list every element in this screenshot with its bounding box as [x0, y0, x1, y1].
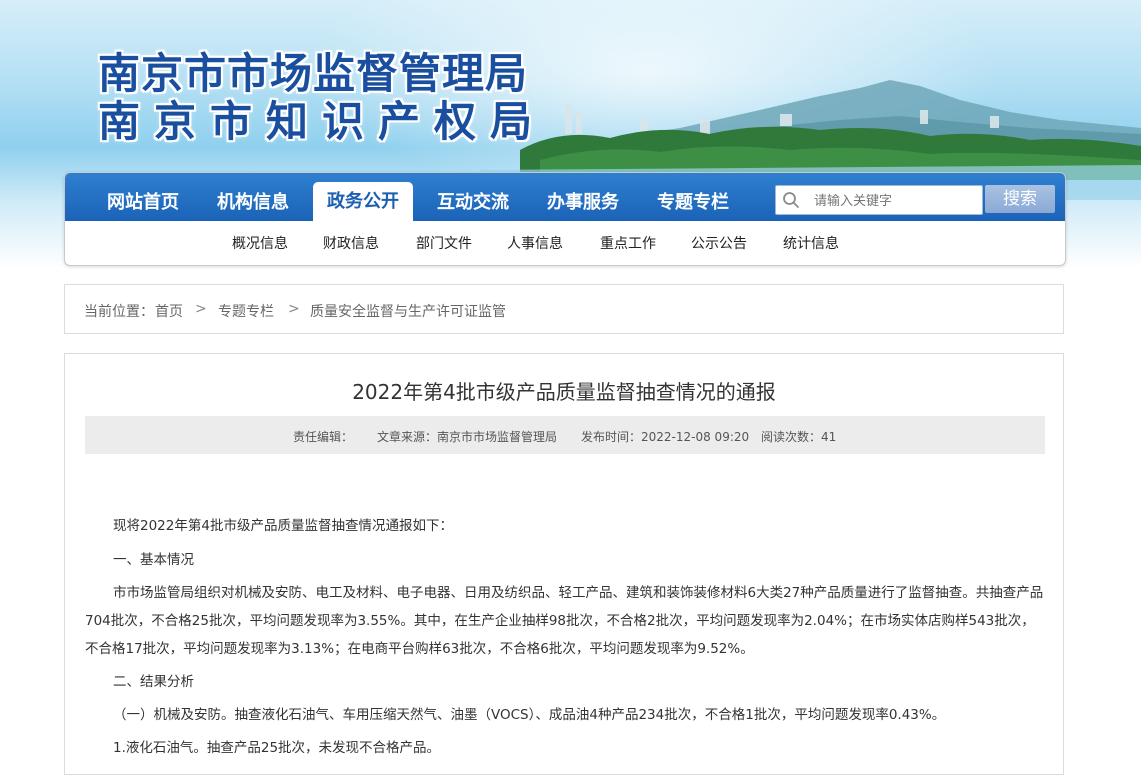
- meta-editor: 责任编辑：: [293, 430, 354, 444]
- article-paragraph: 现将2022年第4批市级产品质量监督抽查情况通报如下：: [113, 518, 453, 534]
- meta-source: 文章来源：南京市市场监督管理局: [377, 430, 558, 444]
- breadcrumb-home[interactable]: 首页: [155, 301, 183, 321]
- search-icon: [783, 192, 799, 208]
- nav-item-government-affairs[interactable]: 政务公开: [313, 182, 413, 221]
- site-title-line1: 南京市市场监督管理局: [98, 49, 529, 98]
- subnav-item-statistics[interactable]: 统计信息: [783, 233, 839, 253]
- article-paragraph: 1.液化石油气。抽查产品25批次，未发现不合格产品。: [113, 740, 441, 756]
- meta-views: 阅读次数：41: [761, 430, 837, 444]
- article-paragraph: （一）机械及安防。抽查液化石油气、车用压缩天然气、油墨（VOCS）、成品油4种产…: [113, 707, 946, 723]
- article-container: 2022年第4批市级产品质量监督抽查情况的通报 责任编辑： 文章来源：南京市市场…: [64, 353, 1064, 775]
- primary-nav-bar: 网站首页 机构信息 政务公开 互动交流 办事服务 专题专栏 搜索: [65, 173, 1065, 221]
- article-meta: 责任编辑： 文章来源：南京市市场监督管理局 发布时间：2022-12-08 09…: [85, 416, 1045, 454]
- nav-item-special-topics[interactable]: 专题专栏: [643, 185, 743, 221]
- article-paragraph: 市市场监管局组织对机械及安防、电工及材料、电子电器、日用及纺织品、轻工产品、建筑…: [85, 585, 1044, 657]
- breadcrumb-separator: >: [195, 301, 207, 317]
- meta-published: 发布时间：2022-12-08 09:20: [581, 430, 750, 444]
- subnav-item-personnel[interactable]: 人事信息: [507, 233, 563, 253]
- subnav-item-overview[interactable]: 概况信息: [232, 233, 288, 253]
- nav-item-home[interactable]: 网站首页: [93, 185, 193, 221]
- nav-item-interaction[interactable]: 互动交流: [423, 185, 523, 221]
- search-box: [775, 185, 983, 215]
- subnav-item-key-work[interactable]: 重点工作: [600, 233, 656, 253]
- subnav-item-finance[interactable]: 财政信息: [323, 233, 379, 253]
- breadcrumb-current[interactable]: 质量安全监督与生产许可证监管: [310, 301, 506, 321]
- subnav-item-announcements[interactable]: 公示公告: [691, 233, 747, 253]
- search-button[interactable]: 搜索: [985, 185, 1055, 213]
- nav-item-organization[interactable]: 机构信息: [203, 185, 303, 221]
- nav-item-services[interactable]: 办事服务: [533, 185, 633, 221]
- breadcrumb-special-topics[interactable]: 专题专栏: [218, 301, 274, 321]
- article-section-heading: 一、基本情况: [113, 552, 194, 568]
- article-section-heading: 二、结果分析: [113, 674, 194, 690]
- breadcrumb-prefix: 当前位置：: [84, 304, 154, 320]
- main-navigation: 网站首页 机构信息 政务公开 互动交流 办事服务 专题专栏 搜索 概况信息 财政…: [64, 172, 1066, 266]
- search-input[interactable]: [812, 189, 976, 213]
- breadcrumb: 当前位置： 首页 > 专题专栏 > 质量安全监督与生产许可证监管: [64, 284, 1064, 334]
- article-title: 2022年第4批市级产品质量监督抽查情况的通报: [352, 380, 776, 404]
- breadcrumb-separator: >: [288, 301, 300, 317]
- subnav-item-department-docs[interactable]: 部门文件: [416, 233, 472, 253]
- secondary-nav: 概况信息 财政信息 部门文件 人事信息 重点工作 公示公告 统计信息: [65, 221, 1065, 265]
- site-title-line2: 南京市知识产权局: [98, 97, 547, 146]
